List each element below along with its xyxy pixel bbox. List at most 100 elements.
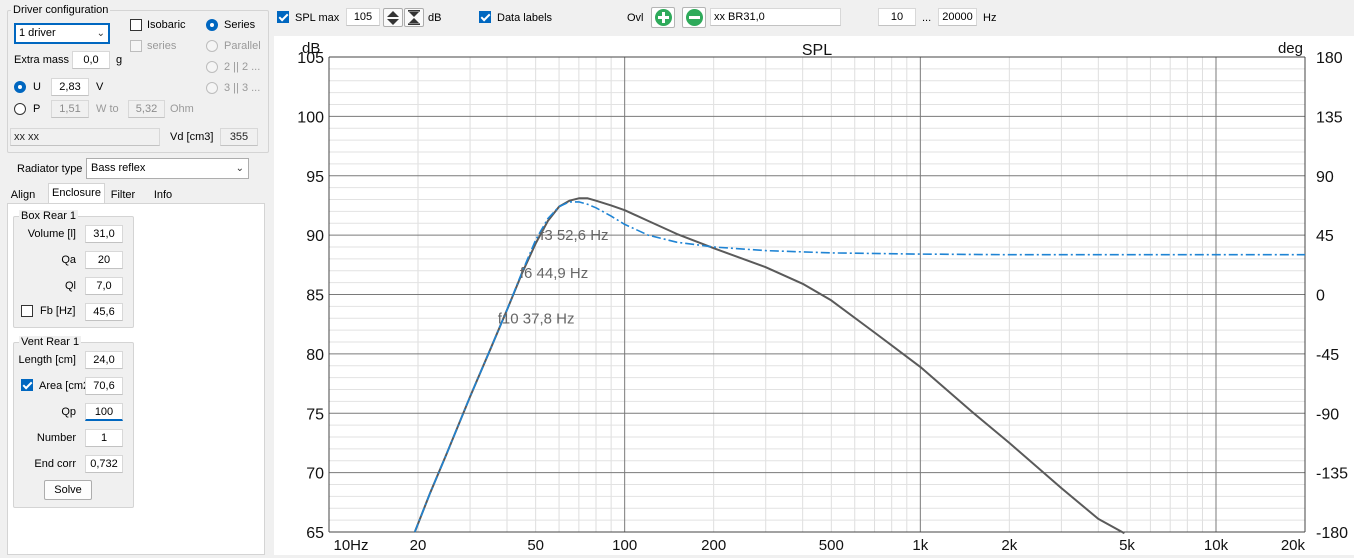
ql-input[interactable]: 7,0 <box>85 277 123 295</box>
x-tick-label: 2k <box>1001 537 1017 554</box>
data-labels-label: Data labels <box>497 12 553 24</box>
x-tick-label: 10Hz <box>333 537 368 554</box>
freq-min-input[interactable]: 10 <box>878 8 916 26</box>
y-tick-label: 70 <box>306 466 324 483</box>
voltage-radio-label: U <box>33 81 41 93</box>
remove-overlay-button[interactable] <box>682 7 706 28</box>
y2-tick-label: -135 <box>1316 466 1348 483</box>
tab-align[interactable]: Align <box>7 185 39 203</box>
freq-hz-unit: Hz <box>983 12 997 24</box>
box-rear-title: Box Rear 1 <box>19 210 79 222</box>
power-input[interactable]: 1,51 <box>51 100 89 118</box>
qa-label: Qa <box>61 254 76 266</box>
y2-tick-label: -45 <box>1316 347 1339 364</box>
isobaric-checkbox[interactable] <box>130 19 142 31</box>
power-radio-label: P <box>33 103 41 115</box>
spl-auto-scale-button[interactable] <box>404 8 424 27</box>
option-2-radio[interactable] <box>206 61 218 73</box>
data-label-annotation: f3 52,6 Hz <box>540 227 608 244</box>
voltage-unit: V <box>96 81 104 93</box>
solve-button[interactable]: Solve <box>44 480 92 500</box>
x-tick-label: 50 <box>527 537 544 554</box>
fb-input[interactable]: 45,6 <box>85 303 123 321</box>
area-checkbox[interactable] <box>21 379 33 391</box>
y2-axis-label: deg <box>1278 40 1303 57</box>
radiator-type-label: Radiator type <box>17 163 83 175</box>
data-label-annotation: f10 37,8 Hz <box>498 310 575 327</box>
power-radio[interactable] <box>14 103 26 115</box>
y-tick-label: 85 <box>306 288 324 305</box>
spl-max-input[interactable]: 105 <box>346 8 380 26</box>
extra-mass-input[interactable]: 0,0 <box>72 51 110 69</box>
length-label: Length [cm] <box>18 354 76 366</box>
w-to-label: W to <box>96 103 119 115</box>
series-check-label: series <box>147 40 177 52</box>
driver-count-select[interactable]: 1 driver ⌄ <box>14 23 110 44</box>
x-tick-label: 20 <box>410 537 427 554</box>
fit-vertical-icon <box>408 10 420 25</box>
end-correction-input[interactable]: 0,732 <box>85 455 123 473</box>
vd-input[interactable]: 355 <box>220 128 258 146</box>
extra-mass-label: Extra mass <box>14 54 70 66</box>
add-overlay-button[interactable] <box>651 7 675 28</box>
overlay-name-input[interactable]: xx BR31,0 <box>710 8 841 26</box>
option-3-label: 3 || 3 ... <box>224 82 261 94</box>
y-tick-label: 65 <box>306 525 324 542</box>
tab-info[interactable]: Info <box>148 185 178 203</box>
tab-filter[interactable]: Filter <box>107 185 139 203</box>
data-label-annotation: f6 44,9 Hz <box>520 265 588 282</box>
qp-input[interactable]: 100 <box>85 403 123 421</box>
y2-tick-label: 45 <box>1316 228 1334 245</box>
ql-label: Ql <box>65 280 76 292</box>
data-labels-checkbox[interactable] <box>479 11 491 23</box>
x-tick-label: 1k <box>912 537 928 554</box>
freq-max-input[interactable]: 20000 <box>938 8 977 26</box>
y-tick-label: 100 <box>297 109 324 126</box>
spl-max-checkbox[interactable] <box>277 11 289 23</box>
spl-spin-button[interactable] <box>383 8 403 27</box>
freq-range-separator: ... <box>922 12 932 24</box>
option-3-radio[interactable] <box>206 82 218 94</box>
x-tick-label: 500 <box>819 537 844 554</box>
number-input[interactable]: 1 <box>85 429 123 447</box>
x-tick-label: 200 <box>701 537 726 554</box>
y-tick-label: 95 <box>306 169 324 186</box>
y2-tick-label: -90 <box>1316 406 1339 423</box>
parallel-radio[interactable] <box>206 40 218 52</box>
series-checkbox[interactable] <box>130 40 142 52</box>
ohm-input[interactable]: 5,32 <box>128 100 165 118</box>
minus-circle-icon <box>686 9 703 26</box>
driver-name-field[interactable]: xx xx <box>10 128 160 146</box>
extra-mass-unit: g <box>116 54 123 66</box>
chevron-down-icon: ⌄ <box>235 163 244 174</box>
qp-label: Qp <box>61 406 76 418</box>
x-tick-label: 5k <box>1119 537 1135 554</box>
spl-chart[interactable]: f3 52,6 Hz f6 44,9 Hz f10 37,8 Hz 10Hz 20 50… <box>274 36 1354 555</box>
qa-input[interactable]: 20 <box>85 251 123 269</box>
radiator-type-select[interactable]: Bass reflex ⌄ <box>86 158 249 179</box>
area-input[interactable]: 70,6 <box>85 377 123 395</box>
length-input[interactable]: 24,0 <box>85 351 123 369</box>
fb-checkbox[interactable] <box>21 305 33 317</box>
isobaric-label: Isobaric <box>147 19 186 31</box>
y-tick-label: 90 <box>306 228 324 245</box>
series-radio-label: Series <box>224 19 256 31</box>
spl-chart-panel: f3 52,6 Hz f6 44,9 Hz f10 37,8 Hz 10Hz 20 50… <box>274 36 1354 555</box>
series-radio[interactable] <box>206 19 218 31</box>
spin-up-down-icon <box>387 11 399 25</box>
number-label: Number <box>36 432 76 444</box>
tab-enclosure[interactable]: Enclosure <box>48 183 105 204</box>
spl-max-label: SPL max <box>295 12 340 24</box>
fb-label: Fb [Hz] <box>40 305 76 317</box>
y2-tick-label: 90 <box>1316 169 1334 186</box>
parallel-radio-label: Parallel <box>224 40 261 52</box>
volume-input[interactable]: 31,0 <box>85 225 123 243</box>
area-label: Area [cm2 <box>39 380 90 392</box>
y2-tick-label: 0 <box>1316 288 1325 305</box>
voltage-radio[interactable] <box>14 81 26 93</box>
vd-label: Vd [cm3] <box>170 131 214 143</box>
driver-config-title: Driver configuration <box>11 4 111 16</box>
option-2-label: 2 || 2 ... <box>224 61 261 73</box>
vent-rear-title: Vent Rear 1 <box>19 336 82 348</box>
voltage-input[interactable]: 2,83 <box>51 78 89 96</box>
